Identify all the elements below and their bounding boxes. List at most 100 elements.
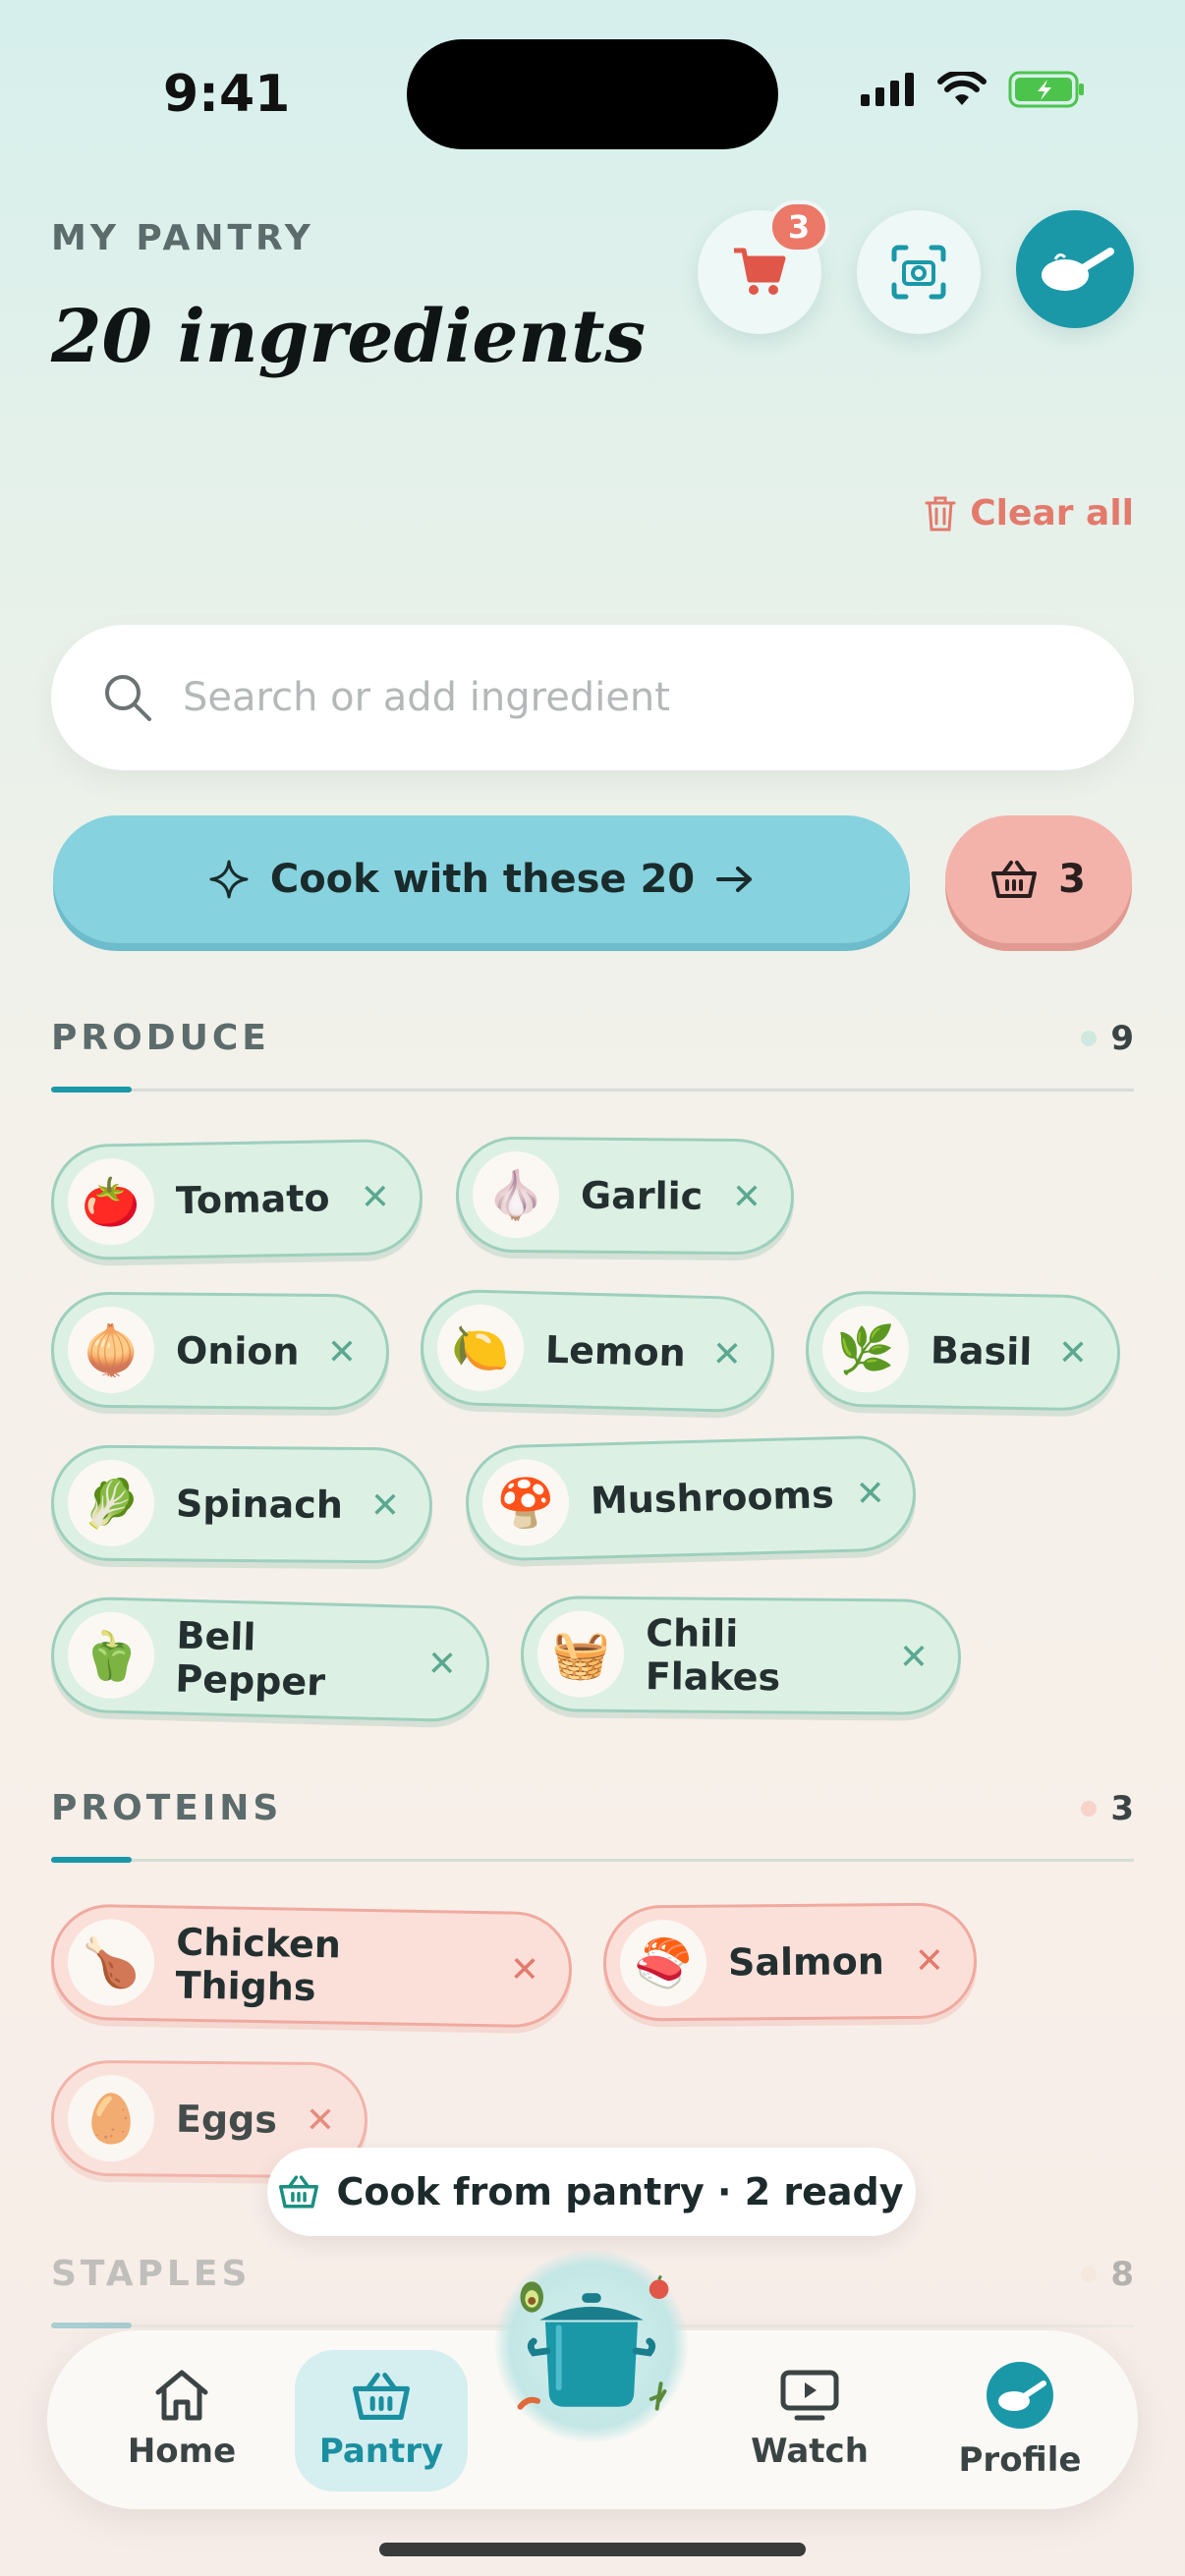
chip-label: Salmon bbox=[727, 1939, 884, 1985]
nav-item-profile[interactable]: Profile bbox=[933, 2330, 1106, 2509]
count-value: 9 bbox=[1110, 1018, 1134, 1058]
chip-label: Spinach bbox=[175, 1482, 344, 1527]
ingredient-chip[interactable]: 🌿 Basil ✕ bbox=[804, 1290, 1122, 1412]
nav-item-home[interactable]: Home bbox=[98, 2330, 265, 2509]
shopping-cart-button[interactable]: 3 bbox=[698, 200, 829, 334]
chip-label: Mushrooms bbox=[590, 1473, 835, 1523]
section-title: PRODUCE bbox=[51, 1018, 270, 1058]
ingredient-chip[interactable]: 🥬 Spinach ✕ bbox=[50, 1444, 433, 1564]
remove-icon[interactable]: ✕ bbox=[1057, 1332, 1088, 1373]
search-input[interactable] bbox=[183, 675, 1067, 720]
frying-pan-icon bbox=[1042, 248, 1114, 291]
count-dot bbox=[1081, 2266, 1098, 2282]
remove-icon[interactable]: ✕ bbox=[360, 1177, 390, 1218]
home-indicator bbox=[379, 2543, 806, 2556]
section-count: 9 bbox=[1081, 1019, 1134, 1058]
remove-icon[interactable]: ✕ bbox=[370, 1485, 401, 1526]
cook-pot-button[interactable] bbox=[495, 2250, 688, 2442]
ingredient-chip[interactable]: 🍋 Lemon ✕ bbox=[419, 1288, 776, 1414]
profile-avatar-button[interactable] bbox=[1016, 210, 1134, 328]
remove-icon[interactable]: ✕ bbox=[426, 1644, 457, 1685]
ingredient-chip[interactable]: 🍗 Chicken Thighs ✕ bbox=[50, 1903, 573, 2029]
section-divider-accent bbox=[51, 1087, 132, 1092]
signal-icon bbox=[861, 73, 914, 106]
ingredient-chip[interactable]: 🫑 Bell Pepper ✕ bbox=[49, 1596, 491, 1723]
chip-label: Garlic bbox=[580, 1173, 704, 1218]
remove-icon[interactable]: ✕ bbox=[327, 1331, 358, 1372]
trash-icon bbox=[925, 496, 956, 531]
produce-section-header: PRODUCE 9 bbox=[51, 1018, 1134, 1058]
ingredient-chip[interactable]: 🍣 Salmon ✕ bbox=[602, 1902, 978, 2022]
shopping-cart-icon bbox=[734, 248, 786, 295]
battery-charging-icon bbox=[1008, 71, 1084, 108]
home-icon bbox=[155, 2370, 208, 2421]
basket-button[interactable]: 3 bbox=[945, 815, 1132, 943]
remove-icon[interactable]: ✕ bbox=[855, 1473, 885, 1514]
search-bar[interactable] bbox=[51, 625, 1134, 770]
remove-icon[interactable]: ✕ bbox=[732, 1176, 762, 1216]
section-divider-accent bbox=[51, 1857, 132, 1863]
frying-pan-avatar-icon bbox=[987, 2362, 1053, 2429]
remove-icon[interactable]: ✕ bbox=[306, 2100, 336, 2140]
cart-count-badge: 3 bbox=[768, 200, 829, 253]
wifi-icon bbox=[937, 72, 987, 105]
status-time: 9:41 bbox=[163, 65, 291, 124]
mushroom-icon: 🍄 bbox=[480, 1458, 571, 1547]
ingredient-chip[interactable]: 🧄 Garlic ✕ bbox=[455, 1136, 795, 1256]
count-value: 8 bbox=[1110, 2254, 1134, 2294]
count-dot bbox=[1081, 1800, 1098, 1817]
count-value: 3 bbox=[1110, 1788, 1134, 1828]
remove-icon[interactable]: ✕ bbox=[509, 1949, 539, 1990]
nav-item-watch[interactable]: Watch bbox=[715, 2330, 904, 2509]
nav-label: Profile bbox=[958, 2440, 1082, 2480]
nav-label: Pantry bbox=[318, 2432, 444, 2471]
status-indicators bbox=[861, 71, 1087, 108]
video-play-icon bbox=[780, 2370, 839, 2421]
chip-label: Chili Flakes bbox=[645, 1611, 781, 1700]
tomato-icon: 🍅 bbox=[67, 1157, 155, 1246]
remove-icon[interactable]: ✕ bbox=[915, 1940, 945, 1981]
scan-button[interactable] bbox=[857, 210, 981, 334]
basket-count: 3 bbox=[1058, 857, 1086, 902]
nav-item-pantry[interactable]: Pantry bbox=[295, 2350, 468, 2492]
basket-icon bbox=[353, 2373, 410, 2420]
spinach-icon: 🥬 bbox=[67, 1459, 155, 1547]
cook-from-pantry-toast[interactable]: Cook from pantry · 2 ready bbox=[267, 2148, 916, 2236]
clear-all-label: Clear all bbox=[970, 493, 1134, 533]
count-dot bbox=[1081, 1030, 1098, 1046]
chip-label: Lemon bbox=[544, 1327, 687, 1375]
garlic-icon: 🧄 bbox=[472, 1150, 560, 1239]
ingredient-chip[interactable]: 🧅 Onion ✕ bbox=[50, 1291, 390, 1411]
nav-label: Home bbox=[127, 2432, 237, 2471]
ingredient-chip[interactable]: 🍅 Tomato ✕ bbox=[49, 1138, 424, 1261]
section-count: 8 bbox=[1081, 2255, 1134, 2294]
dynamic-island bbox=[407, 39, 778, 149]
section-title: STAPLES bbox=[51, 2254, 252, 2294]
remove-icon[interactable]: ✕ bbox=[899, 1637, 930, 1677]
sparkle-icon bbox=[209, 860, 249, 899]
basket-icon bbox=[279, 2175, 319, 2209]
salmon-icon: 🍣 bbox=[619, 1919, 707, 2007]
camera-scan-icon bbox=[891, 245, 946, 300]
cook-with-ingredients-button[interactable]: Cook with these 20 bbox=[53, 815, 910, 943]
lemon-icon: 🍋 bbox=[435, 1303, 526, 1393]
remove-icon[interactable]: ✕ bbox=[711, 1334, 742, 1375]
proteins-section-header: PROTEINS 3 bbox=[51, 1788, 1134, 1828]
toast-text: Cook from pantry · 2 ready bbox=[336, 2170, 904, 2213]
arrow-right-icon bbox=[716, 867, 753, 892]
chip-label: Tomato bbox=[175, 1176, 330, 1223]
section-divider-accent bbox=[51, 2323, 132, 2328]
chip-label: Chicken Thighs bbox=[175, 1920, 342, 2010]
chip-label: Basil bbox=[930, 1328, 1033, 1374]
ingredient-chip[interactable]: 🍄 Mushrooms ✕ bbox=[464, 1434, 918, 1562]
page-title: 20 ingredients bbox=[51, 295, 647, 379]
onion-icon: 🧅 bbox=[67, 1306, 155, 1394]
nav-label: Watch bbox=[751, 2432, 869, 2471]
ingredient-chip[interactable]: 🧺 Chili Flakes ✕ bbox=[520, 1596, 962, 1715]
section-title: PROTEINS bbox=[51, 1788, 283, 1828]
chip-label: Eggs bbox=[175, 2097, 278, 2142]
basket-icon: 🧺 bbox=[536, 1610, 625, 1698]
cook-button-label: Cook with these 20 bbox=[269, 857, 696, 902]
section-divider bbox=[51, 1087, 1134, 1092]
clear-all-button[interactable]: Clear all bbox=[925, 493, 1134, 533]
